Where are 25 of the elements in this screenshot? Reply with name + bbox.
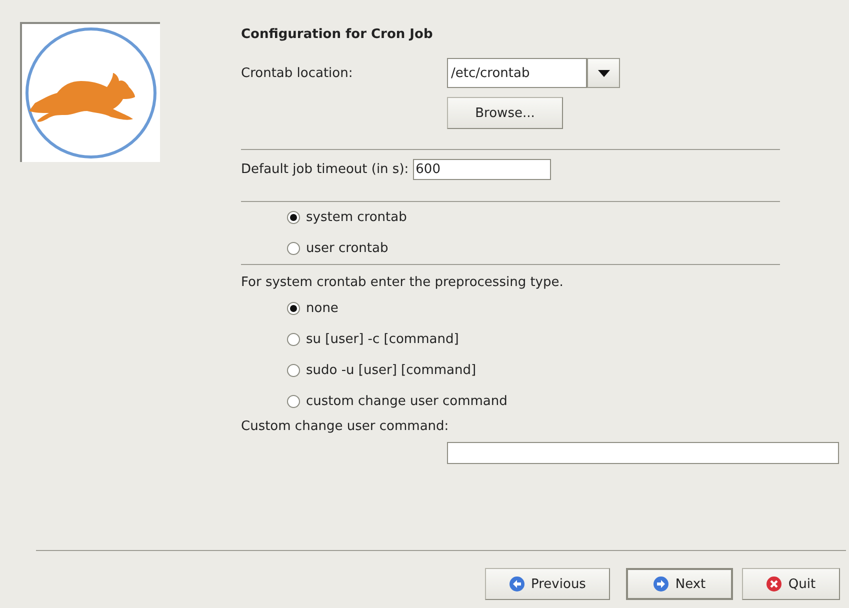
field-label: Crontab location: <box>241 66 354 80</box>
radio-button[interactable] <box>287 302 300 315</box>
close-icon <box>766 576 782 592</box>
radio-button[interactable] <box>287 242 300 255</box>
section-title: Configuration for Cron Job <box>241 26 434 44</box>
radio-button[interactable] <box>287 211 300 224</box>
timeout-field[interactable]: 600 <box>412 159 551 180</box>
custom-command-field[interactable] <box>447 442 839 464</box>
instruction-text: For system crontab enter the preprocessing type. <box>241 275 564 292</box>
radio-option[interactable]: none <box>287 301 338 316</box>
next-button[interactable]: Next <box>626 568 733 600</box>
browse-button[interactable]: Browse... <box>447 97 563 129</box>
field-label: Custom change user command: <box>241 419 450 436</box>
field-label: Default job timeout (in s): <box>241 162 409 177</box>
radio-option[interactable]: system crontab <box>287 210 407 225</box>
quit-button[interactable]: Quit <box>742 568 840 600</box>
radio-button[interactable] <box>287 333 300 346</box>
radio-button[interactable] <box>287 395 300 408</box>
radio-option[interactable]: sudo -u [user] [command] <box>287 363 476 378</box>
radio-option[interactable]: su [user] -c [command] <box>287 332 459 347</box>
radio-option[interactable]: custom change user command <box>287 394 508 409</box>
previous-button[interactable]: Previous <box>485 568 610 600</box>
radio-button[interactable] <box>287 364 300 377</box>
radio-option[interactable]: user crontab <box>287 241 388 256</box>
caret-icon <box>598 70 610 76</box>
